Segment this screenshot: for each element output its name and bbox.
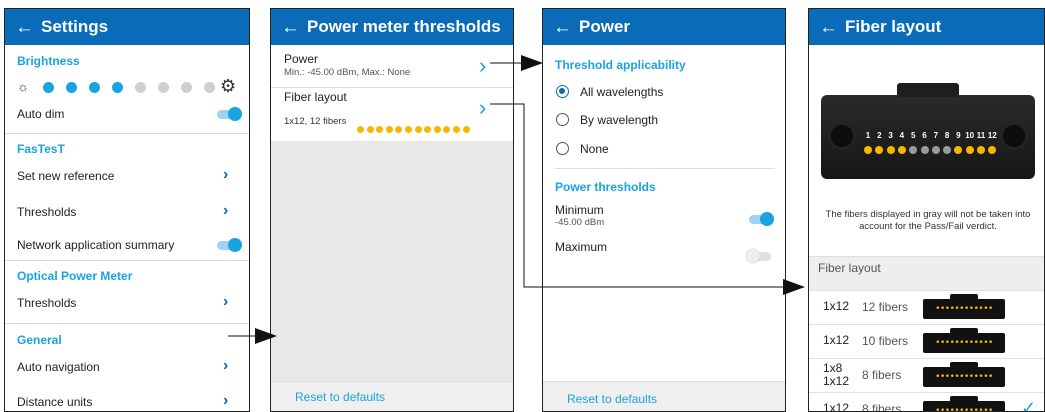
arrow-fiber-layout-path [490, 103, 790, 288]
navigation-arrows [228, 55, 805, 344]
